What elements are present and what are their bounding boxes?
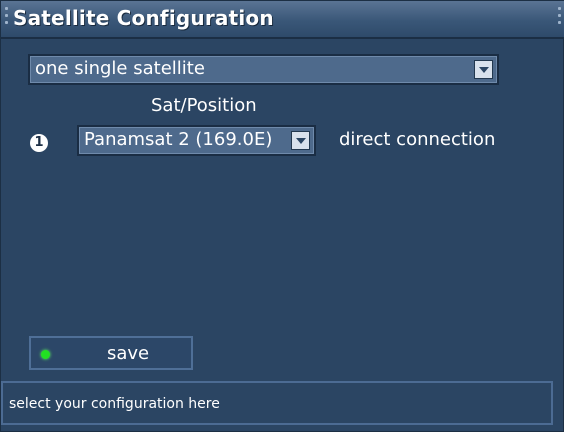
chevron-down-icon[interactable] <box>291 131 310 150</box>
connection-type-label: direct connection <box>339 129 496 150</box>
window-title: Satellite Configuration <box>13 6 274 30</box>
slot-number-badge-icon: 1 <box>30 134 48 152</box>
grip-left-icon <box>5 7 8 29</box>
configuration-mode-dropdown[interactable]: one single satellite <box>28 54 499 85</box>
configuration-mode-value: one single satellite <box>35 58 205 79</box>
save-button[interactable]: save <box>29 336 193 370</box>
grip-right-icon <box>558 7 561 29</box>
satellite-value: Panamsat 2 (169.0E) <box>84 129 273 150</box>
sat-position-heading: Sat/Position <box>151 95 257 116</box>
chevron-down-icon[interactable] <box>474 60 493 79</box>
save-button-label: save <box>107 343 150 364</box>
satellite-config-window: Satellite Configuration one single satel… <box>0 0 564 432</box>
satellite-dropdown[interactable]: Panamsat 2 (169.0E) <box>77 125 316 156</box>
title-bar: Satellite Configuration <box>1 1 564 39</box>
green-indicator-icon <box>41 350 50 359</box>
status-text: select your configuration here <box>9 396 220 412</box>
status-bar: select your configuration here <box>1 381 553 425</box>
